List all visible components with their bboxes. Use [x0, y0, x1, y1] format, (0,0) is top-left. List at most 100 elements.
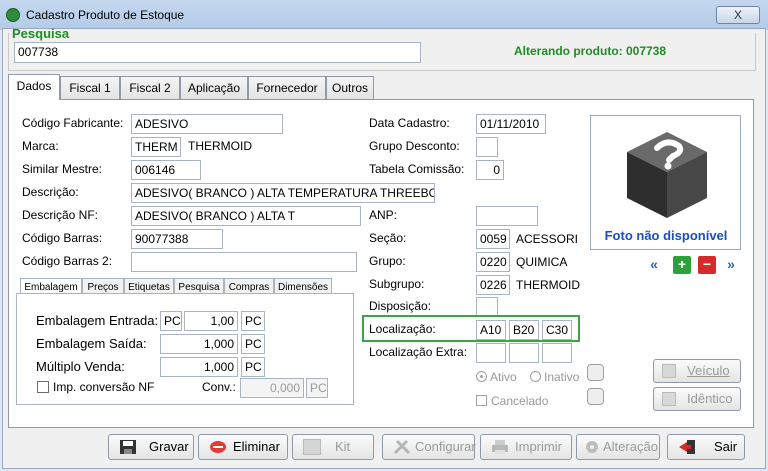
codigo-barras-2-input[interactable] — [131, 252, 357, 272]
cancelado-button[interactable] — [587, 388, 604, 405]
embalagem-entrada-unit2[interactable]: PC — [241, 311, 265, 331]
embalagem-saida-unit[interactable]: PC — [241, 334, 265, 354]
data-cadastro-label: Data Cadastro: — [369, 116, 450, 130]
status-button[interactable] — [587, 364, 604, 381]
descricao-nf-label: Descrição NF: — [22, 208, 99, 222]
veiculo-button[interactable]: Veículo — [653, 359, 741, 383]
product-photo-box: Foto não disponível — [590, 115, 741, 250]
imprimir-button[interactable]: Imprimir — [480, 434, 572, 460]
similar-mestre-input[interactable]: 006146 — [131, 160, 201, 180]
localizacao-input-1[interactable]: A10 — [476, 320, 506, 340]
grupo-label: Grupo: — [369, 254, 406, 268]
tools-icon — [393, 439, 411, 455]
anp-input[interactable] — [476, 206, 538, 226]
disposicao-input[interactable] — [476, 297, 498, 317]
localizacao-extra-input-1[interactable] — [476, 343, 506, 363]
grupo-name: QUIMICA — [516, 255, 568, 269]
data-cadastro-input[interactable]: 01/11/2010 — [476, 114, 546, 134]
codigo-fabricante-input[interactable]: ADESIVO — [131, 114, 283, 134]
multiplo-venda-unit[interactable]: PC — [241, 357, 265, 377]
photo-add-icon[interactable]: + — [673, 256, 691, 274]
secao-name: ACESSORI — [516, 232, 579, 246]
close-icon: X — [733, 8, 742, 22]
grupo-code-input[interactable]: 0220 — [476, 252, 510, 272]
descricao-input[interactable]: ADESIVO( BRANCO ) ALTA TEMPERATURA THREE… — [131, 183, 435, 203]
localizacao-extra-label: Localização Extra: — [369, 345, 468, 359]
tab-dados[interactable]: Dados — [8, 74, 60, 100]
tab-fiscal-1[interactable]: Fiscal 1 — [60, 76, 120, 100]
localizacao-input-2[interactable]: B20 — [509, 320, 539, 340]
veiculo-icon — [662, 364, 676, 378]
tabela-comissao-input[interactable]: 0 — [476, 160, 504, 180]
configurar-button[interactable]: Configurar — [382, 434, 476, 460]
identico-icon — [662, 392, 676, 406]
similar-mestre-label: Similar Mestre: — [22, 162, 103, 176]
alteracao-button[interactable]: Alteração — [576, 434, 660, 460]
codigo-barras-label: Código Barras: — [22, 231, 103, 245]
ativo-radio[interactable] — [476, 371, 487, 382]
conv-input[interactable]: 0,000 — [240, 378, 304, 398]
secao-code-input[interactable]: 0059 — [476, 229, 510, 249]
search-input[interactable]: 007738 — [14, 42, 421, 63]
localizacao-extra-input-3[interactable] — [542, 343, 572, 363]
close-button[interactable]: X — [716, 6, 760, 24]
marca-name: THERMOID — [188, 139, 252, 153]
kit-button[interactable]: Kit — [292, 434, 374, 460]
codigo-fabricante-label: Código Fabricante: — [22, 116, 124, 130]
photo-placeholder-icon — [627, 132, 707, 218]
imp-conversao-checkbox[interactable] — [37, 381, 49, 393]
printer-icon — [492, 440, 508, 454]
app-icon — [6, 8, 20, 22]
delete-icon — [210, 441, 226, 453]
photo-last-icon[interactable]: » — [722, 256, 740, 274]
sair-button[interactable]: Sair — [667, 434, 745, 460]
eliminar-button[interactable]: Eliminar — [198, 434, 288, 460]
secao-label: Seção: — [369, 231, 407, 245]
tab-aplicacao[interactable]: Aplicação — [180, 76, 248, 100]
tab-fornecedor[interactable]: Fornecedor — [248, 76, 326, 100]
cancelado-label: Cancelado — [491, 394, 549, 408]
localizacao-label: Localização: — [369, 322, 436, 336]
embalagem-entrada-qty[interactable]: 1,00 — [184, 311, 238, 331]
descricao-label: Descrição: — [22, 185, 79, 199]
codigo-barras-2-label: Código Barras 2: — [22, 254, 113, 268]
localizacao-input-3[interactable]: C30 — [542, 320, 572, 340]
subgrupo-name: THERMOID — [516, 278, 580, 292]
multiplo-venda-qty[interactable]: 1,000 — [160, 357, 238, 377]
conv-unit[interactable]: PC — [306, 378, 328, 398]
conv-label: Conv.: — [202, 380, 236, 394]
exit-icon — [679, 440, 695, 454]
window-title: Cadastro Produto de Estoque — [26, 8, 185, 22]
inativo-radio[interactable] — [530, 371, 541, 382]
codigo-barras-input[interactable]: 90077388 — [131, 229, 223, 249]
subgrupo-code-input[interactable]: 0226 — [476, 275, 510, 295]
photo-remove-icon[interactable]: − — [698, 256, 716, 274]
grupo-desconto-label: Grupo Desconto: — [369, 139, 460, 153]
identico-button[interactable]: Idêntico — [653, 387, 741, 411]
save-icon — [120, 440, 136, 454]
tab-outros[interactable]: Outros — [326, 76, 374, 100]
marca-code-input[interactable]: THERM — [131, 137, 181, 157]
ativo-label: Ativo — [490, 370, 517, 384]
marca-label: Marca: — [22, 139, 59, 153]
anp-label: ANP: — [369, 208, 398, 222]
status-text: Alterando produto: 007738 — [514, 44, 667, 58]
embalagem-saida-qty[interactable]: 1,000 — [160, 334, 238, 354]
cancelado-checkbox[interactable] — [476, 395, 487, 406]
embalagem-saida-label: Embalagem Saída: — [36, 336, 147, 351]
embalagem-entrada-unit1[interactable]: PC — [160, 311, 182, 331]
disposicao-label: Disposição: — [369, 299, 432, 313]
kit-icon — [303, 439, 321, 455]
tabela-comissao-label: Tabela Comissão: — [369, 162, 465, 176]
localizacao-extra-input-2[interactable] — [509, 343, 539, 363]
grupo-desconto-input[interactable] — [476, 137, 498, 157]
gravar-button[interactable]: Gravar — [108, 434, 194, 460]
tab-fiscal-2[interactable]: Fiscal 2 — [120, 76, 180, 100]
photo-caption: Foto não disponível — [604, 228, 728, 243]
embalagem-entrada-label: Embalagem Entrada: — [36, 313, 159, 328]
photo-first-icon[interactable]: « — [645, 256, 663, 274]
gear-icon — [586, 441, 598, 453]
imp-conversao-label: Imp. conversão NF — [53, 380, 155, 394]
descricao-nf-input[interactable]: ADESIVO( BRANCO ) ALTA T — [131, 206, 361, 226]
multiplo-venda-label: Múltiplo Venda: — [36, 359, 125, 374]
